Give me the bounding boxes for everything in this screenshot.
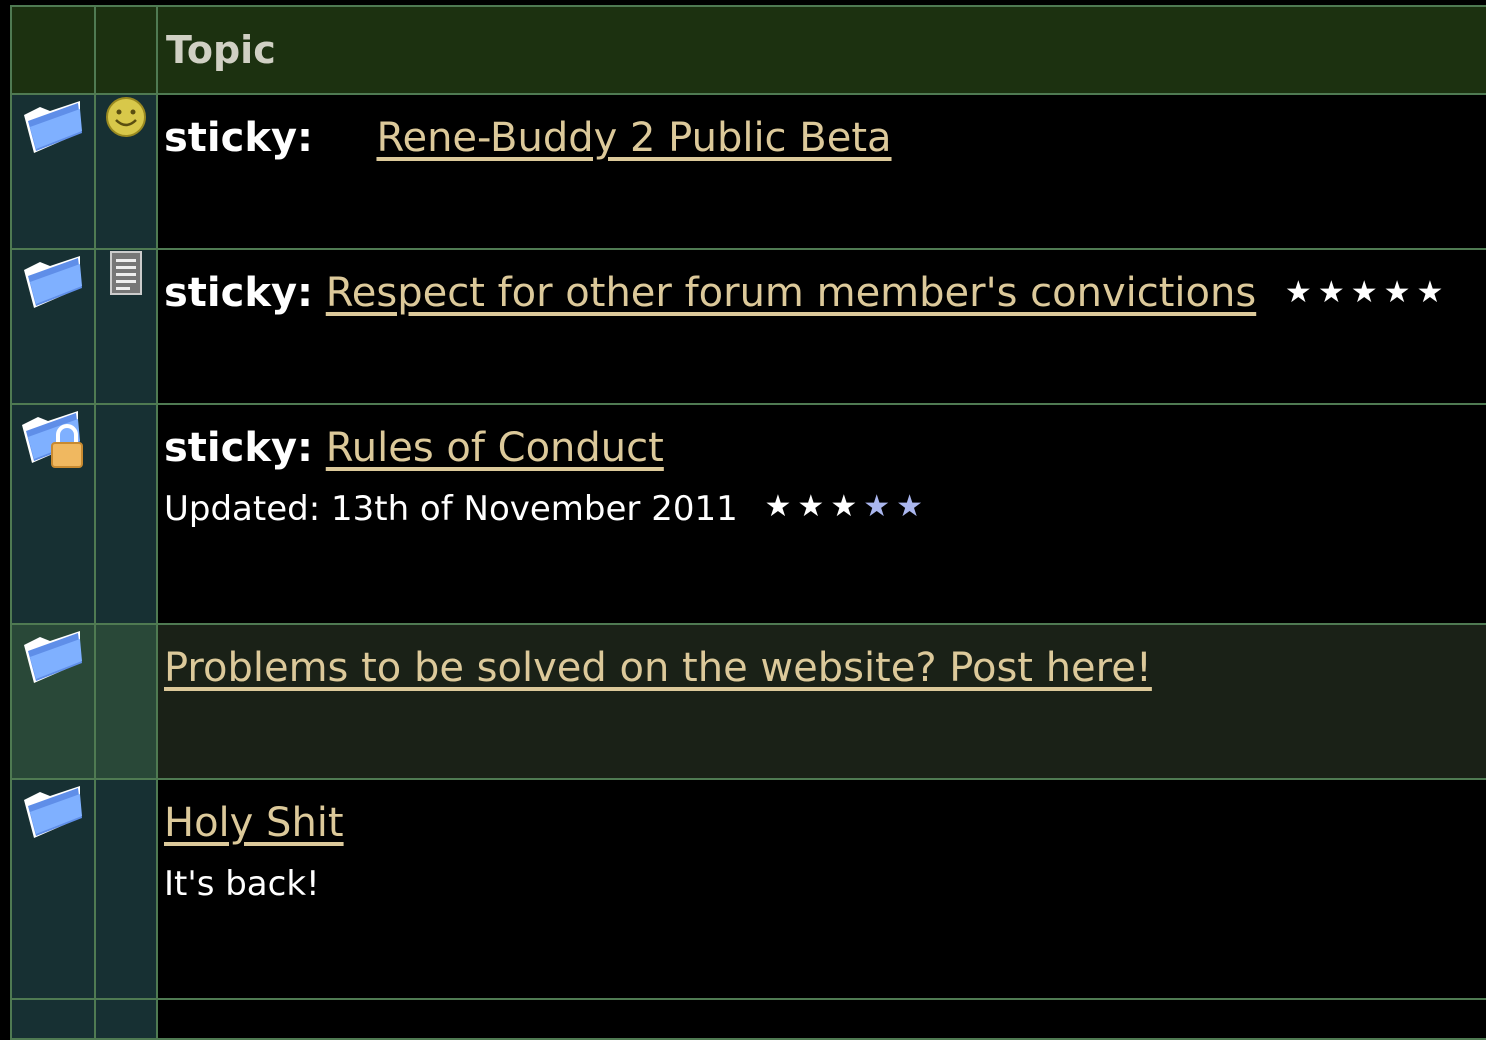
status-cell: [10, 93, 96, 250]
topic-description: Updated: 13th of November 2011: [164, 489, 738, 529]
topic-cell: sticky: Rene-Buddy 2 Public Beta: [156, 93, 1486, 250]
rating-stars: ★★★★★: [764, 489, 930, 524]
topic-cell: sticky: Rules of Conduct Updated: 13th o…: [156, 403, 1486, 625]
topic-link[interactable]: Rules of Conduct: [326, 425, 664, 471]
topic-cell: Problems to be solved on the website? Po…: [156, 623, 1486, 780]
status-cell: [10, 248, 96, 405]
message-icon-cell: [94, 248, 158, 405]
sticky-label: sticky:: [164, 425, 314, 471]
status-cell: [10, 403, 96, 625]
folder-icon: [20, 786, 86, 838]
topic-table: Topic sticky: Rene-Buddy 2 Public Beta s…: [10, 5, 1486, 1040]
message-icon-cell: [94, 403, 158, 625]
topic-link[interactable]: Respect for other forum member's convict…: [326, 270, 1256, 316]
table-header-row: Topic: [10, 5, 1486, 95]
folder-icon: [20, 256, 86, 308]
status-cell: [10, 623, 96, 780]
header-icon-cell: [94, 5, 158, 95]
topic-row: Problems to be solved on the website? Po…: [10, 623, 1486, 780]
header-status-cell: [10, 5, 96, 95]
sticky-label: sticky:: [164, 115, 314, 161]
folder-icon: [20, 631, 86, 683]
header-topic-cell: Topic: [156, 5, 1486, 95]
column-header-topic[interactable]: Topic: [158, 7, 1486, 93]
topic-link[interactable]: Rene-Buddy 2 Public Beta: [376, 115, 891, 161]
topic-link[interactable]: Holy Shit: [164, 800, 344, 846]
rating-stars: ★★★★★: [1284, 275, 1450, 310]
topic-link[interactable]: Problems to be solved on the website? Po…: [164, 645, 1152, 691]
locked-folder-icon: [18, 411, 88, 468]
topic-row: sticky: Rules of Conduct Updated: 13th o…: [10, 403, 1486, 625]
message-icon-cell: [94, 623, 158, 780]
message-icon-cell: [94, 778, 158, 1000]
topic-row: sticky: Respect for other forum member's…: [10, 248, 1486, 405]
topic-description: It's back!: [164, 864, 320, 904]
sticky-label: sticky:: [164, 270, 314, 316]
topic-row: sticky: Rene-Buddy 2 Public Beta: [10, 93, 1486, 250]
table-row: [10, 998, 1486, 1040]
topic-cell: Holy Shit It's back!: [156, 778, 1486, 1000]
topic-row: Holy Shit It's back!: [10, 778, 1486, 1000]
topic-cell: sticky: Respect for other forum member's…: [156, 248, 1486, 405]
smiley-icon: [104, 97, 148, 137]
folder-icon: [20, 101, 86, 153]
message-icon-cell: [94, 93, 158, 250]
status-cell: [10, 778, 96, 1000]
note-icon: [109, 251, 143, 295]
